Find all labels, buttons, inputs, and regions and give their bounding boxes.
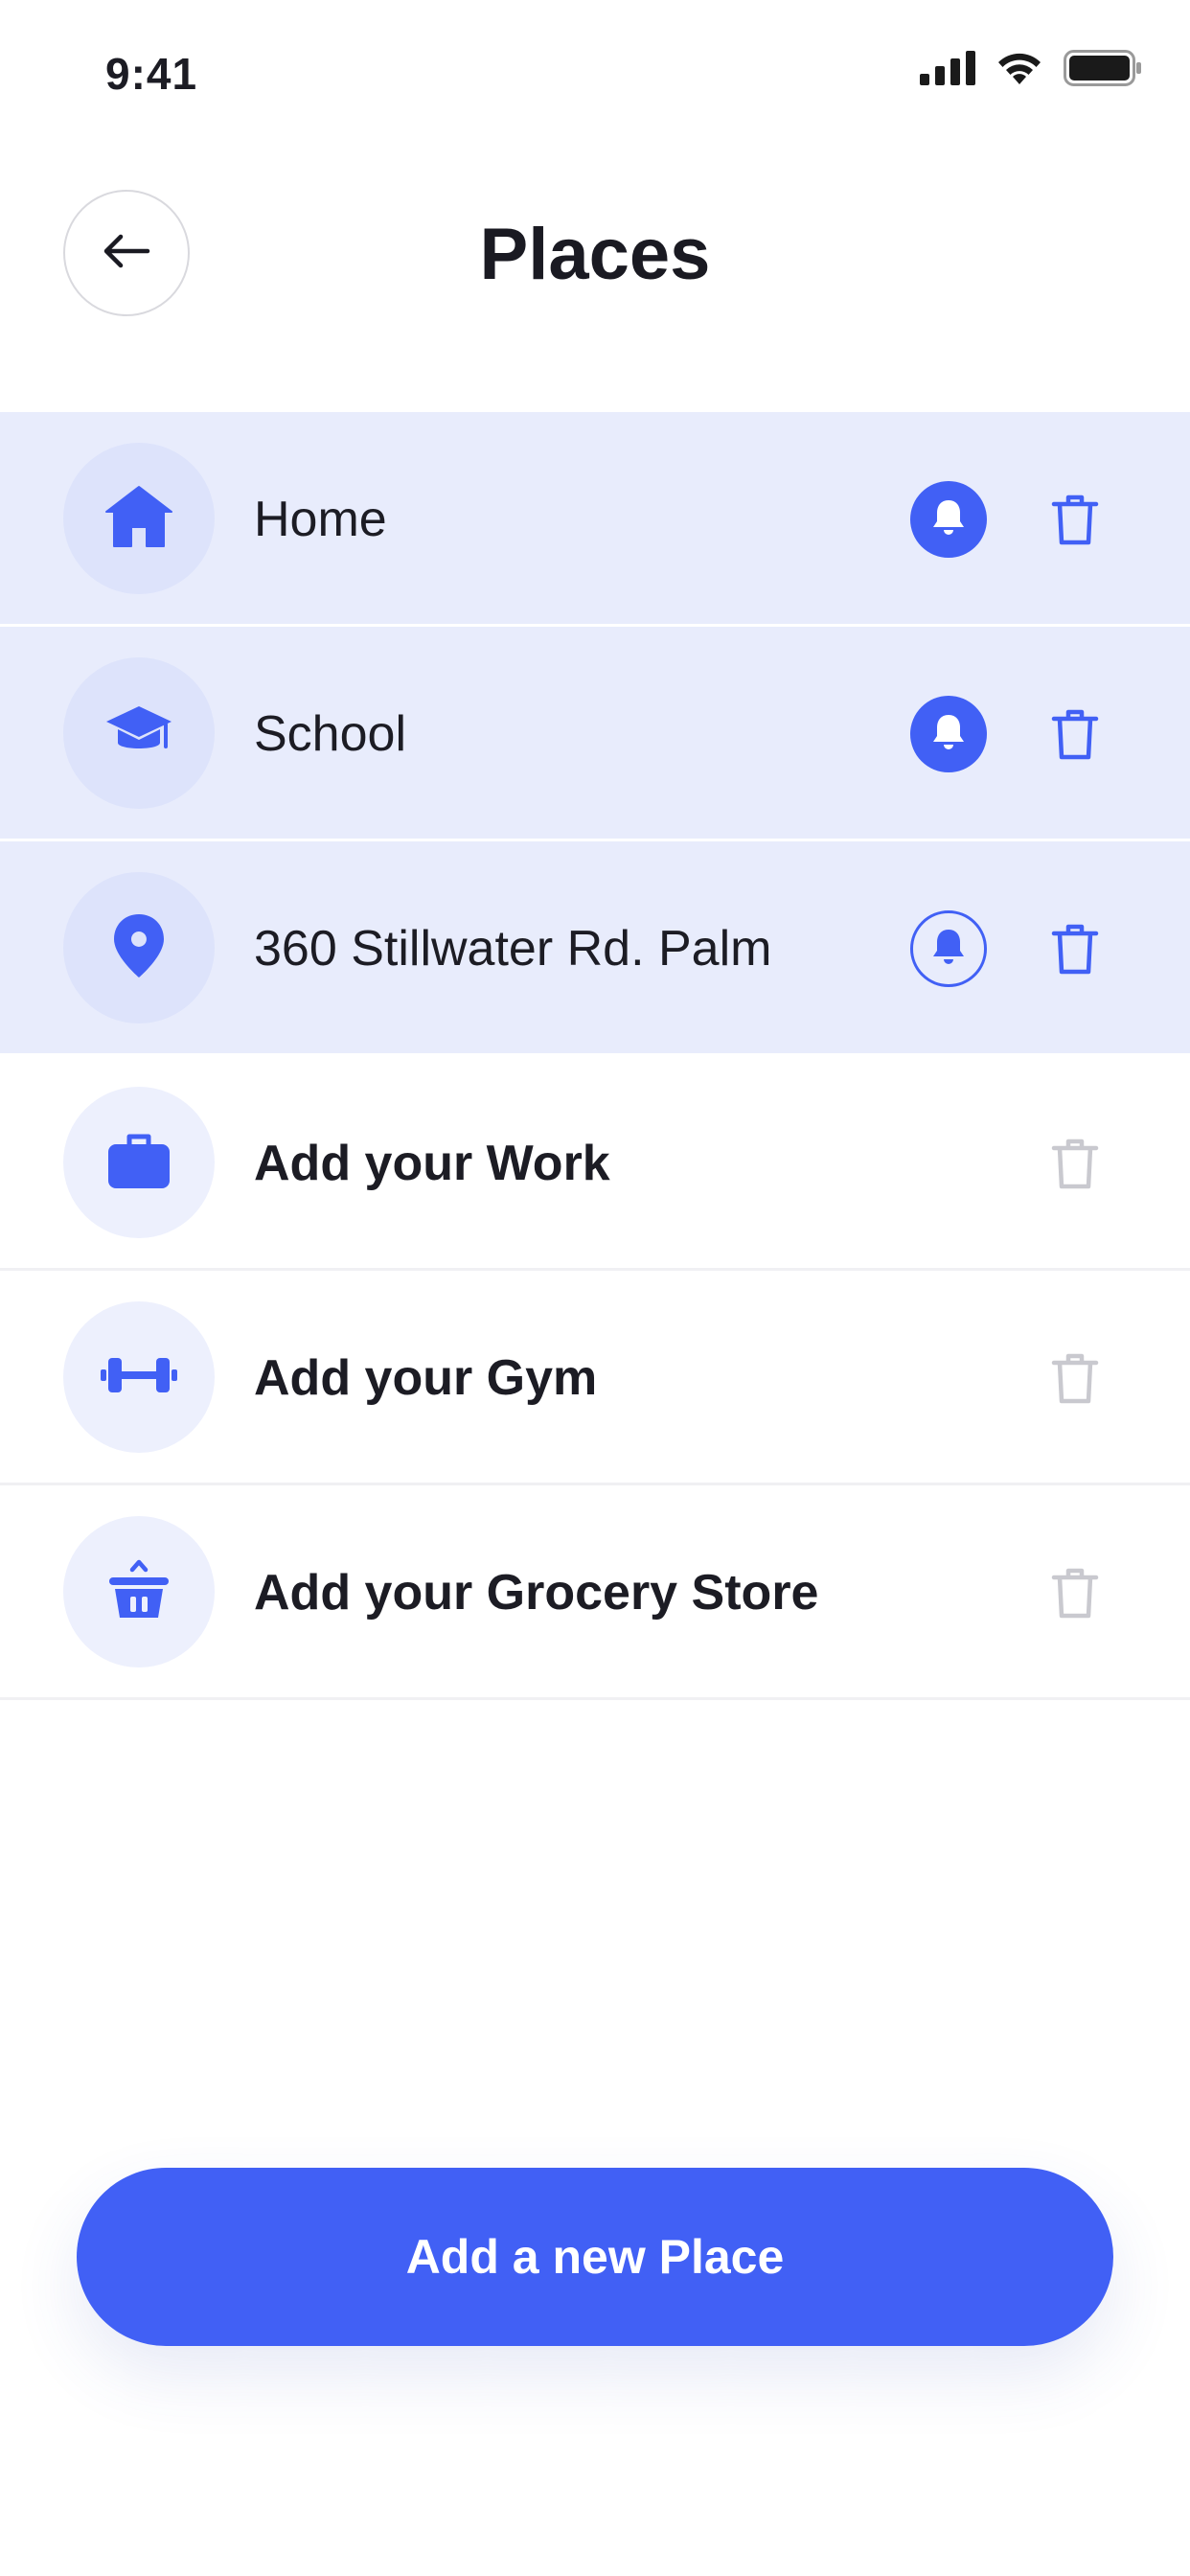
place-row-gym[interactable]: Add your Gym <box>0 1271 1190 1485</box>
trash-icon <box>1051 1351 1099 1410</box>
bell-icon <box>931 713 966 756</box>
add-new-place-button[interactable]: Add a new Place <box>77 2168 1113 2346</box>
place-label: School <box>254 706 406 762</box>
place-icon-circle <box>63 1087 215 1238</box>
place-row-school[interactable]: School <box>0 627 1190 841</box>
wifi-icon <box>995 50 1044 91</box>
delete-button[interactable] <box>1044 705 1106 767</box>
notification-toggle[interactable] <box>910 696 987 772</box>
status-bar: 9:41 <box>0 0 1190 144</box>
place-row-address[interactable]: 360 Stillwater Rd. Palm <box>0 841 1190 1056</box>
trash-icon <box>1051 707 1099 766</box>
delete-button <box>1044 1564 1106 1625</box>
places-list: Home School 360 Stillwater Rd. Palm Add … <box>0 412 1190 1700</box>
place-row-grocery[interactable]: Add your Grocery Store <box>0 1485 1190 1700</box>
basket-icon <box>107 1558 171 1626</box>
battery-icon <box>1064 50 1142 91</box>
place-icon-circle <box>63 657 215 809</box>
header: Places <box>0 153 1190 355</box>
status-time: 9:41 <box>105 49 198 99</box>
delete-button <box>1044 1349 1106 1411</box>
place-label: 360 Stillwater Rd. Palm <box>254 921 772 977</box>
trash-icon <box>1051 1566 1099 1624</box>
status-icons <box>920 50 1142 91</box>
place-row-work[interactable]: Add your Work <box>0 1056 1190 1271</box>
notification-toggle[interactable] <box>910 910 987 987</box>
signal-icon <box>920 51 975 90</box>
trash-icon <box>1051 922 1099 980</box>
dumbbell-icon <box>101 1356 177 1399</box>
delete-button <box>1044 1135 1106 1196</box>
place-label: Home <box>254 492 387 547</box>
trash-icon <box>1051 493 1099 551</box>
trash-icon <box>1051 1137 1099 1195</box>
bell-icon <box>931 498 966 541</box>
place-icon-circle <box>63 1516 215 1668</box>
cta-container: Add a new Place <box>77 2168 1113 2346</box>
delete-button[interactable] <box>1044 920 1106 981</box>
place-label: Add your Work <box>254 1136 610 1191</box>
notification-toggle[interactable] <box>910 481 987 558</box>
page-title: Places <box>479 214 711 295</box>
place-label: Add your Grocery Store <box>254 1565 819 1621</box>
place-icon-circle <box>63 443 215 594</box>
briefcase-icon <box>106 1131 172 1195</box>
place-icon-circle <box>63 1301 215 1453</box>
location-pin-icon <box>112 912 166 984</box>
place-label: Add your Gym <box>254 1350 598 1406</box>
delete-button[interactable] <box>1044 491 1106 552</box>
place-row-home[interactable]: Home <box>0 412 1190 627</box>
bell-icon <box>931 928 966 971</box>
graduation-cap-icon <box>104 704 173 763</box>
home-icon <box>104 485 173 553</box>
place-icon-circle <box>63 872 215 1024</box>
